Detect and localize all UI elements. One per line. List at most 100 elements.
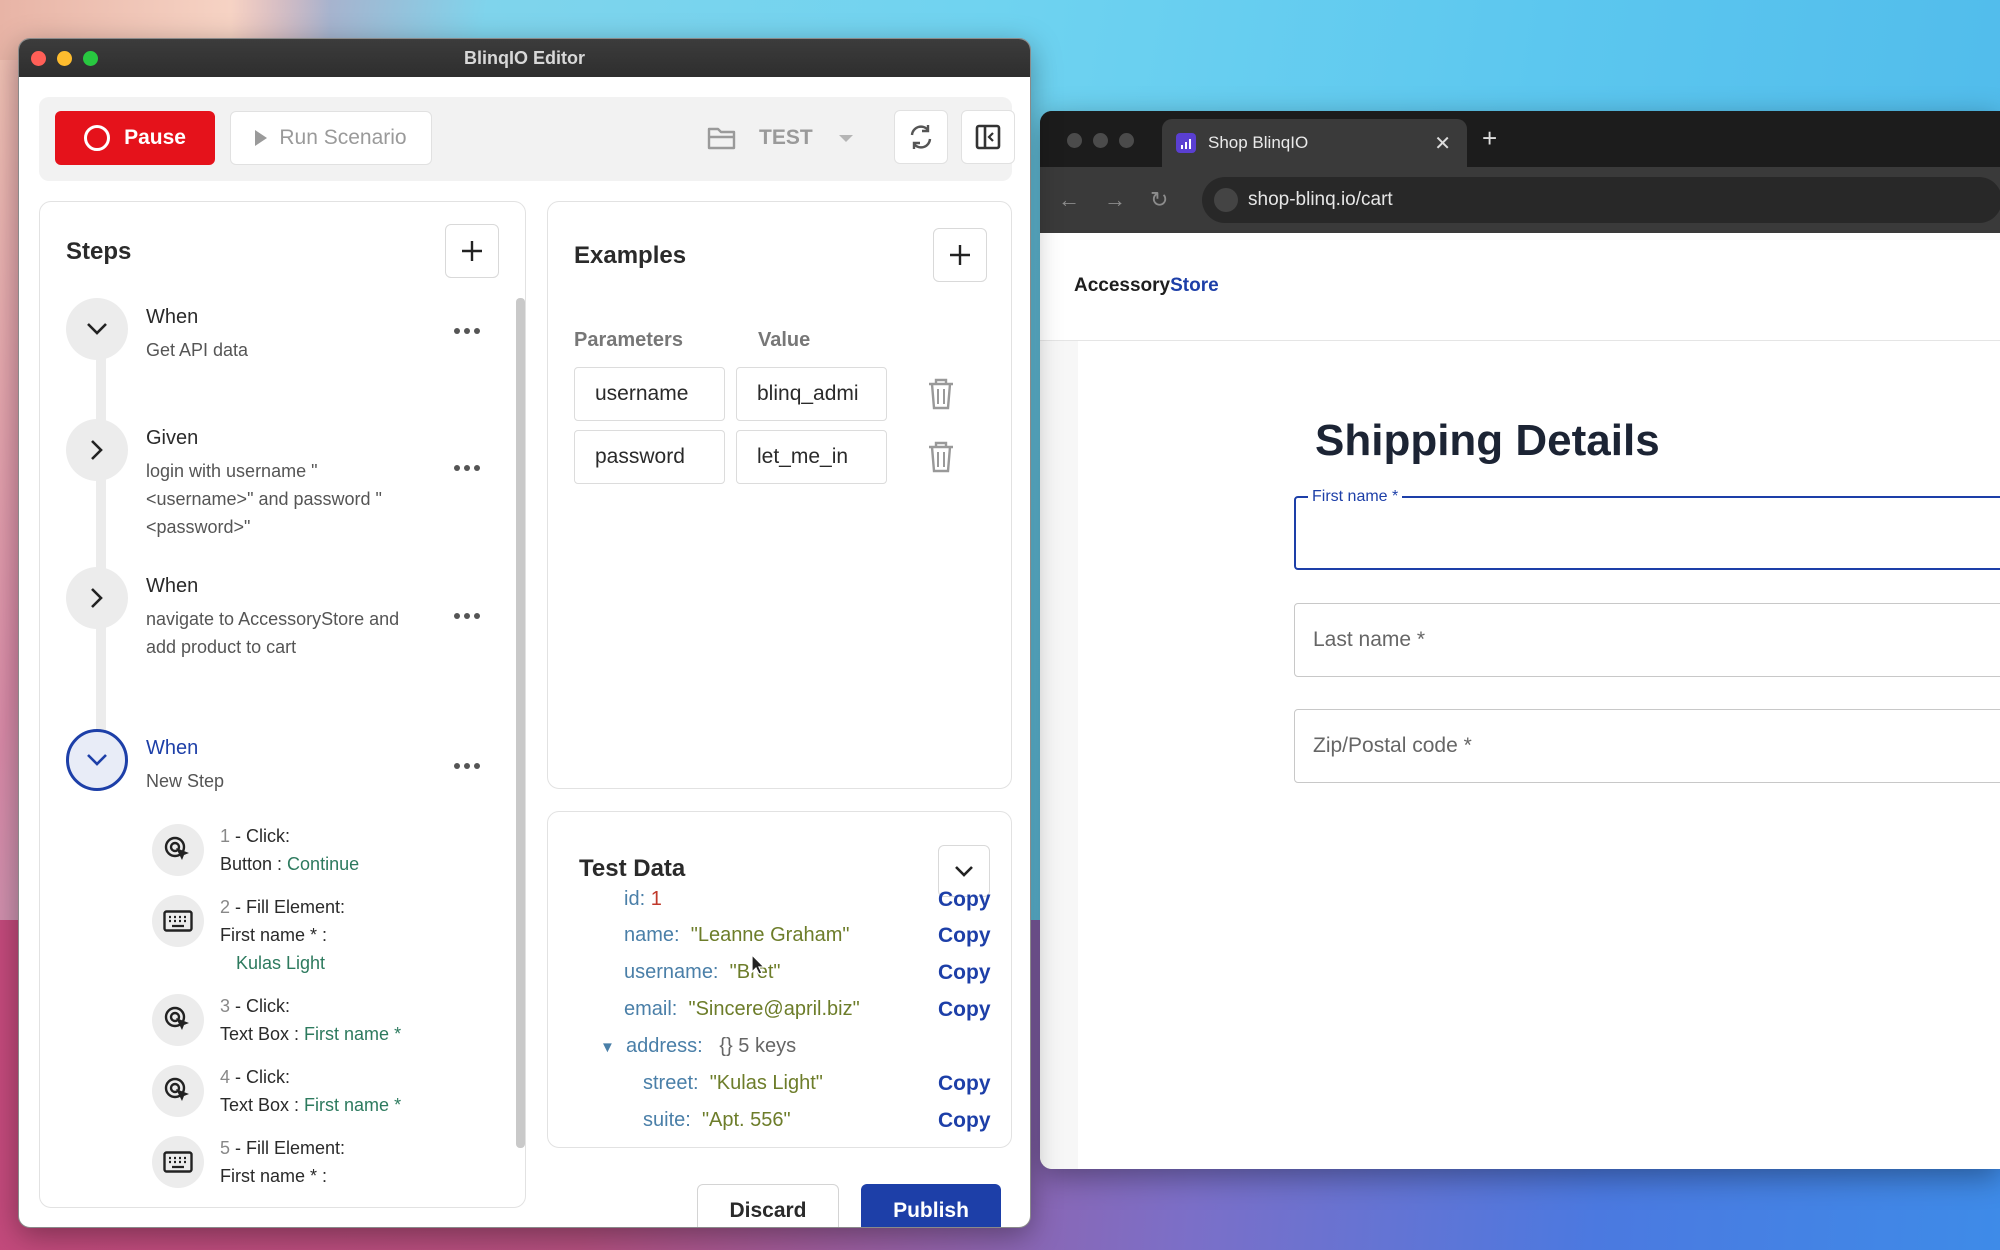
test-data-row: name: "Leanne Graham": [624, 924, 850, 946]
keyboard-icon: [152, 1136, 204, 1188]
sub-step-number: 2: [220, 897, 231, 917]
chevron-down-icon: [838, 134, 853, 142]
discard-button[interactable]: Discard: [697, 1184, 839, 1227]
sub-step-action: - Fill Element:: [230, 1138, 346, 1158]
step-more-button[interactable]: [454, 328, 484, 334]
blinqio-favicon-icon: [1176, 133, 1196, 153]
back-arrow-icon[interactable]: ←: [1058, 187, 1080, 213]
zip-code-placeholder: Zip/Postal code *: [1313, 734, 1472, 757]
url-input[interactable]: shop-blinq.io/cart: [1202, 177, 2000, 223]
tab-title: Shop BlinqIO: [1208, 133, 1309, 152]
chevron-down-icon: [87, 323, 107, 335]
trash-icon[interactable]: [926, 377, 956, 411]
environment-selector[interactable]: TEST: [707, 111, 853, 165]
sub-step-target: First name *: [304, 1024, 402, 1044]
site-header: AccessoryStore: [1040, 233, 2000, 341]
steps-scrollbar[interactable]: [516, 298, 525, 1148]
test-data-row-partial: id: 1: [624, 888, 662, 910]
zip-code-field[interactable]: Zip/Postal code *: [1294, 709, 2000, 783]
sub-step-target: First name * :: [220, 1166, 328, 1186]
step-keyword: When: [146, 306, 199, 328]
step-text: navigate to AccessoryStore and add produ…: [146, 609, 400, 657]
parameter-value-input[interactable]: blinq_admi: [736, 367, 887, 421]
step-keyword: Given: [146, 427, 199, 449]
browser-window: Shop BlinqIO ✕ + ← → ↻ shop-blinq.io/car…: [1040, 111, 2000, 1169]
run-scenario-button[interactable]: Run Scenario: [230, 111, 432, 165]
mouse-cursor-icon: [751, 954, 766, 975]
sub-step-number: 1: [220, 826, 231, 846]
close-window-button[interactable]: [31, 51, 46, 66]
close-tab-icon[interactable]: ✕: [1434, 131, 1451, 156]
parameter-name-input[interactable]: password: [574, 430, 725, 484]
site-logo[interactable]: AccessoryStore: [1074, 275, 1219, 297]
step-more-button[interactable]: [454, 465, 484, 471]
forward-arrow-icon[interactable]: →: [1104, 187, 1126, 213]
last-name-field[interactable]: Last name *: [1294, 603, 2000, 677]
minimize-window-button[interactable]: [57, 51, 72, 66]
sub-step-number: 4: [220, 1067, 231, 1087]
sub-step-target-type: Text Box :: [220, 1024, 305, 1044]
chevron-right-icon: [91, 588, 103, 608]
browser-tab[interactable]: Shop BlinqIO ✕: [1162, 119, 1467, 167]
web-page: AccessoryStore Shipping Details First na…: [1040, 233, 2000, 1169]
copy-button[interactable]: Copy: [938, 1072, 991, 1096]
copy-button[interactable]: Copy: [938, 998, 991, 1022]
add-example-button[interactable]: [933, 228, 987, 282]
copy-button[interactable]: Copy: [938, 961, 991, 985]
test-data-row: street: "Kulas Light": [643, 1072, 823, 1094]
sub-step-action: - Click:: [230, 826, 291, 846]
step-text: New Step: [146, 771, 225, 791]
sub-step-target: First name * :: [220, 925, 328, 945]
minimize-window-button[interactable]: [1093, 133, 1108, 148]
first-name-field[interactable]: First name *: [1294, 488, 2000, 570]
chevron-right-icon: [91, 440, 103, 460]
page-title: Shipping Details: [1315, 416, 1660, 465]
examples-title: Examples: [574, 242, 687, 269]
sidebar-toggle-icon: [975, 124, 1001, 150]
step-collapse-toggle[interactable]: [66, 729, 128, 791]
copy-button[interactable]: Copy: [938, 888, 991, 912]
trash-icon[interactable]: [926, 440, 956, 474]
plus-icon: [462, 241, 482, 261]
test-data-row: suite: "Apt. 556": [643, 1109, 791, 1131]
zoom-window-button[interactable]: [83, 51, 98, 66]
step-expand-toggle[interactable]: [66, 567, 128, 629]
value-column-header: Value: [758, 329, 811, 351]
step-keyword: When: [146, 575, 199, 597]
test-data-row: email: "Sincere@april.biz": [624, 998, 860, 1020]
sub-step-number: 3: [220, 996, 231, 1016]
toggle-panel-button[interactable]: [961, 110, 1015, 164]
pause-label: Pause: [124, 126, 186, 149]
new-tab-icon[interactable]: +: [1482, 123, 1497, 154]
step-more-button[interactable]: [454, 613, 484, 619]
reload-icon[interactable]: ↻: [1150, 187, 1168, 213]
sync-button[interactable]: [894, 110, 948, 164]
play-icon: [255, 130, 268, 146]
expand-triangle-icon[interactable]: ▼: [600, 1039, 615, 1056]
parameters-column-header: Parameters: [574, 329, 683, 351]
publish-button[interactable]: Publish: [861, 1184, 1001, 1227]
add-step-button[interactable]: [445, 224, 499, 278]
step-more-button[interactable]: [454, 763, 484, 769]
step-expand-toggle[interactable]: [66, 419, 128, 481]
copy-button[interactable]: Copy: [938, 924, 991, 948]
editor-titlebar: BlinqIO Editor: [19, 39, 1030, 77]
parameter-name-input[interactable]: username: [574, 367, 725, 421]
plus-icon: [950, 245, 970, 265]
keyboard-icon: [152, 895, 204, 947]
parameter-value-input[interactable]: let_me_in: [736, 430, 887, 484]
examples-panel: Examples Parameters Value username blinq…: [547, 201, 1012, 789]
click-icon: [152, 1065, 204, 1117]
editor-window: BlinqIO Editor Pause Run Scenario TEST S…: [18, 38, 1031, 1228]
close-window-button[interactable]: [1067, 133, 1082, 148]
zoom-window-button[interactable]: [1119, 133, 1134, 148]
step-collapse-toggle[interactable]: [66, 298, 128, 360]
pause-button[interactable]: Pause: [55, 111, 215, 165]
sub-step-action: - Click:: [230, 1067, 291, 1087]
folder-icon: [707, 127, 736, 150]
sub-step-action: - Click:: [230, 996, 291, 1016]
copy-button[interactable]: Copy: [938, 1109, 991, 1133]
test-data-row-object[interactable]: ▼ address: {} 5 keys: [600, 1035, 796, 1058]
site-settings-icon[interactable]: [1214, 188, 1238, 212]
last-name-placeholder: Last name *: [1313, 628, 1426, 651]
